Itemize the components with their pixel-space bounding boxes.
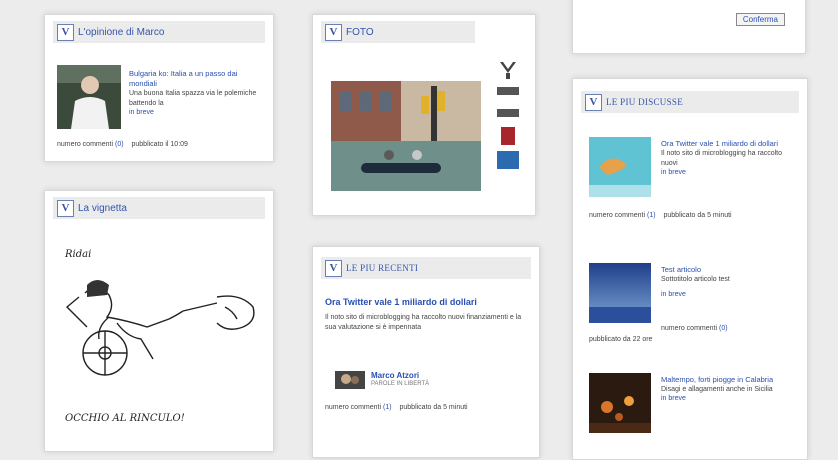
- discusse-header: V LE PIU DISCUSSE: [581, 91, 799, 113]
- opinione-title: L'opinione di Marco: [78, 26, 165, 38]
- opinione-more-link[interactable]: in breve: [129, 109, 259, 116]
- foto-card: V FOTO: [312, 14, 536, 216]
- discusse-card: V LE PIU DISCUSSE Ora Twitter vale 1 mil…: [572, 78, 808, 460]
- v-logo-icon: V: [325, 23, 342, 41]
- recenti-meta: numero commenti (1) pubblicato da 5 minu…: [325, 403, 525, 413]
- published-time: pubblicato da 5 minuti: [663, 212, 732, 219]
- opinione-summary: Una buona Italia spazza via le polemiche…: [129, 90, 257, 107]
- discusse-item-summary: Sottotitolo articolo test: [661, 276, 730, 283]
- discusse-item-headline[interactable]: Ora Twitter vale 1 miliardo di dollari: [661, 139, 791, 149]
- v-logo-icon: V: [585, 93, 602, 111]
- author-name[interactable]: Marco Atzori: [371, 371, 419, 380]
- top-right-card: Conferma: [572, 0, 806, 54]
- comments-label: numero commenti: [325, 404, 382, 411]
- vignetta-header: V La vignetta: [53, 197, 265, 219]
- author-section: PAROLE IN LIBERTÀ: [371, 381, 430, 387]
- discusse-item-headline[interactable]: Test articolo: [661, 265, 791, 275]
- v-logo-icon: V: [57, 199, 74, 217]
- v-logo-icon: V: [57, 23, 74, 41]
- vignetta-card: V La vignetta Ridai OCCHIO AL RINCULO!: [44, 190, 274, 452]
- comments-label: numero commenti: [661, 325, 718, 332]
- discusse-item-headline[interactable]: Maltempo, forti piogge in Calabria: [661, 375, 791, 385]
- published-time: pubblicato da 5 minuti: [399, 404, 468, 411]
- thumbnail-2[interactable]: [497, 87, 519, 95]
- recenti-body: Il noto sito di microblogging ha raccolt…: [325, 314, 522, 331]
- discusse-item-thumb[interactable]: [589, 263, 651, 323]
- discusse-item-thumb[interactable]: [589, 137, 651, 197]
- published-time: pubblicato il 10:09: [131, 141, 188, 148]
- discusse-item-summary: Disagi e allagamenti anche in Sicilia: [661, 386, 773, 393]
- comments-count[interactable]: (1): [383, 404, 392, 411]
- comments-count[interactable]: (0): [115, 141, 124, 148]
- thumbnail-3[interactable]: [497, 109, 519, 117]
- thumbnail-1[interactable]: [497, 59, 519, 81]
- discusse-item-summary: Il noto sito di microblogging ha raccolt…: [661, 150, 783, 167]
- opinione-header: V L'opinione di Marco: [53, 21, 265, 43]
- confirm-button[interactable]: Conferma: [735, 13, 785, 26]
- discusse-item-more[interactable]: in breve: [661, 169, 791, 176]
- cartoon-caption-bottom: OCCHIO AL RINCULO!: [65, 413, 185, 424]
- foto-header: V FOTO: [321, 21, 475, 43]
- discusse-item-more[interactable]: in breve: [661, 291, 791, 298]
- author-photo: [57, 65, 121, 129]
- vignetta-title: La vignetta: [78, 202, 127, 214]
- recenti-title: LE PIU RECENTI: [346, 263, 419, 273]
- comments-label: numero commenti: [589, 212, 646, 219]
- discusse-item-more[interactable]: in breve: [661, 395, 791, 402]
- opinione-headline[interactable]: Bulgaria ko: Italia a un passo dai mondi…: [129, 69, 259, 89]
- v-logo-icon: V: [325, 259, 342, 277]
- recenti-header: V LE PIU RECENTI: [321, 257, 531, 279]
- thumbnail-5[interactable]: [497, 151, 519, 169]
- published-time: pubblicato da 22 ore: [589, 336, 653, 343]
- recenti-headline[interactable]: Ora Twitter vale 1 miliardo di dollari: [325, 297, 477, 307]
- recenti-card: V LE PIU RECENTI Ora Twitter vale 1 mili…: [312, 246, 540, 458]
- cartoon-caption-top: Ridai: [65, 249, 92, 260]
- main-photo[interactable]: [331, 81, 481, 191]
- discusse-title: LE PIU DISCUSSE: [606, 97, 684, 107]
- author-avatar[interactable]: [335, 371, 365, 389]
- comments-label: numero commenti: [57, 141, 114, 148]
- photo-thumbnails: [497, 59, 527, 169]
- opinione-card: V L'opinione di Marco Bulgaria ko: Itali…: [44, 14, 274, 162]
- opinione-meta: numero commenti (0) pubblicato il 10:09: [57, 141, 267, 148]
- thumbnail-4[interactable]: [501, 127, 515, 145]
- discusse-item-thumb[interactable]: [589, 373, 651, 433]
- foto-title: FOTO: [346, 26, 374, 38]
- discusse-item-meta: numero commenti (0) pubblicato da 22 ore: [589, 323, 789, 345]
- comments-count[interactable]: (1): [647, 212, 656, 219]
- discusse-item-meta: numero commenti (1) pubblicato da 5 minu…: [589, 211, 789, 221]
- cartoon-image[interactable]: [57, 267, 262, 397]
- comments-count[interactable]: (0): [719, 325, 728, 332]
